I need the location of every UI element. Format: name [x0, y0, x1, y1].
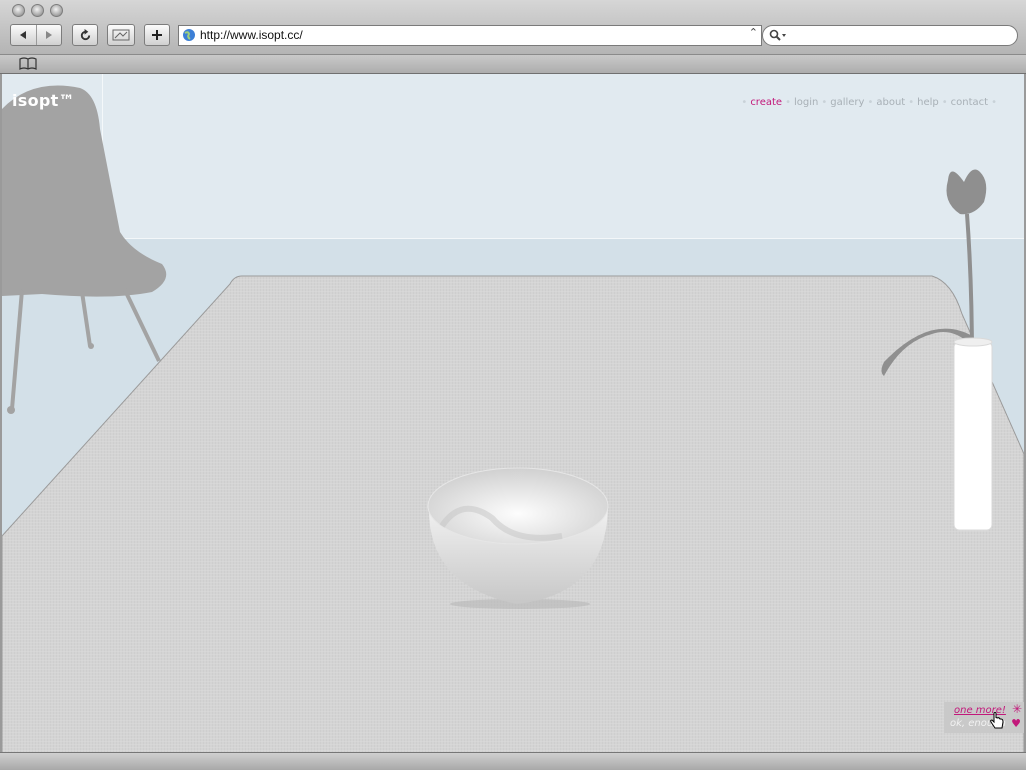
back-button[interactable] [11, 25, 36, 45]
nav-contact[interactable]: contact [951, 97, 988, 108]
minimize-window-button[interactable] [31, 4, 44, 17]
bookmarks-bar [0, 55, 1026, 74]
browser-toolbar: http://www.isopt.cc/ ⌃ [0, 0, 1026, 55]
nav-help[interactable]: help [917, 97, 939, 108]
forward-button[interactable] [35, 25, 62, 45]
tulip-vase-illustration [881, 169, 993, 531]
feedback-box: one more! ok, enough ✳ ♥ [944, 702, 1024, 733]
reload-button[interactable] [72, 24, 98, 46]
snapback-button[interactable] [107, 24, 135, 46]
site-nav: • create • login • gallery • about • help • contact… [741, 97, 997, 108]
url-dropdown-icon[interactable]: ⌃ [749, 26, 758, 39]
url-text[interactable]: http://www.isopt.cc/ [200, 28, 303, 42]
bowl-model[interactable] [422, 466, 614, 611]
hand-cursor-icon [990, 712, 1004, 729]
star-icon: ✳ [1011, 702, 1022, 716]
nav-gallery[interactable]: gallery [830, 97, 864, 108]
forward-icon [45, 31, 52, 39]
heart-icon: ♥ [1011, 717, 1021, 730]
nav-create[interactable]: create [750, 97, 782, 108]
snapback-icon [112, 29, 130, 41]
back-icon [20, 31, 27, 39]
bookmarks-icon[interactable] [19, 57, 37, 70]
browser-status-bar [0, 752, 1026, 770]
reload-icon [80, 28, 90, 40]
back-forward-buttons [10, 24, 62, 46]
search-icon[interactable] [769, 29, 787, 42]
add-bookmark-icon [152, 30, 162, 40]
add-bookmark-button[interactable] [144, 24, 170, 46]
globe-icon [183, 29, 195, 41]
address-bar[interactable]: http://www.isopt.cc/ ⌃ [178, 25, 762, 46]
close-window-button[interactable] [12, 4, 25, 17]
zoom-window-button[interactable] [50, 4, 63, 17]
web-page: isopt™ • create • login • gallery • about • help •… [2, 74, 1024, 752]
site-logo[interactable]: isopt™ [12, 91, 75, 110]
nav-login[interactable]: login [794, 97, 818, 108]
search-field[interactable] [762, 25, 1018, 46]
nav-about[interactable]: about [876, 97, 905, 108]
